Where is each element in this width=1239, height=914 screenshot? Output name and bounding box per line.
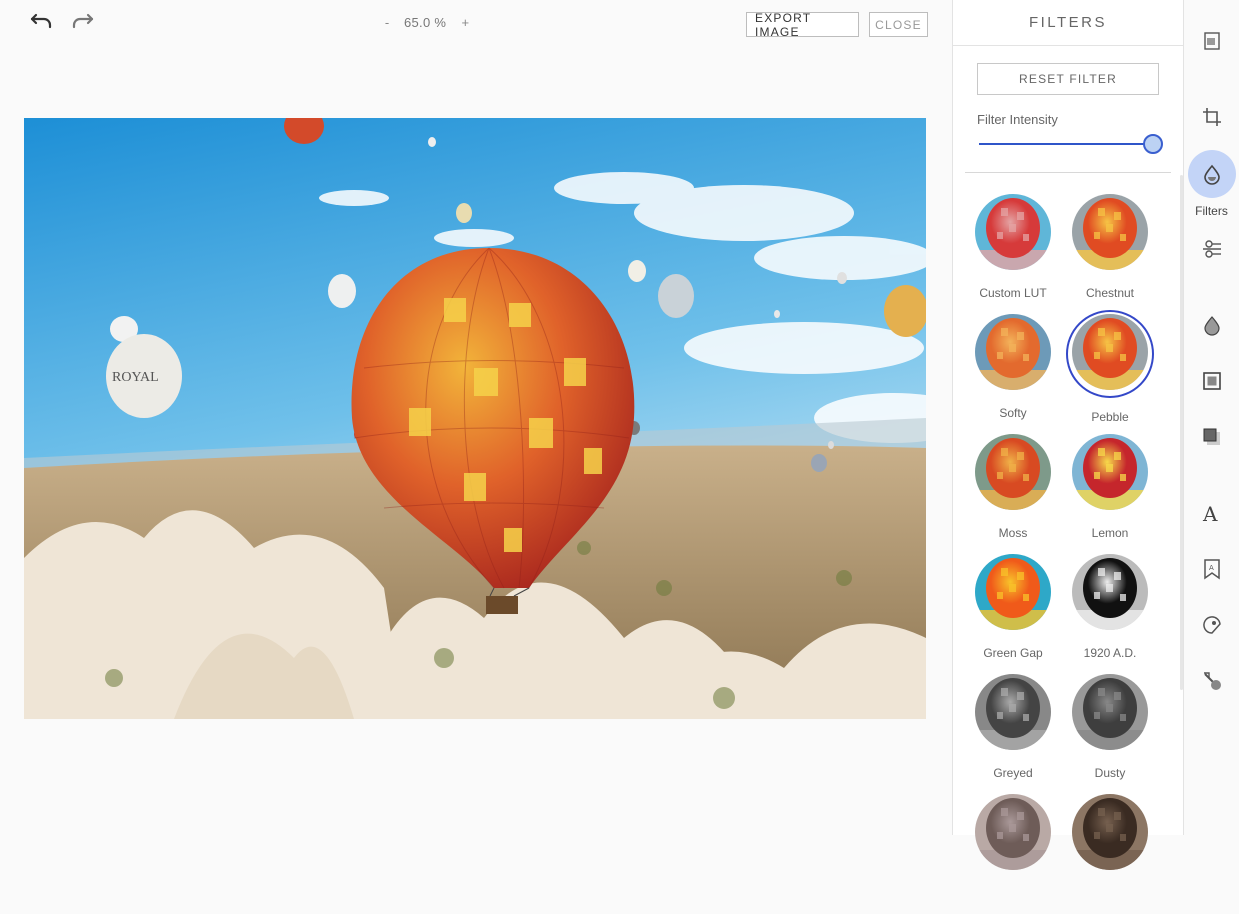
library-icon[interactable] (1184, 30, 1239, 52)
zoom-in-button[interactable]: + (458, 15, 472, 30)
filter-label: Greyed (993, 766, 1033, 780)
filter-label: Moss (998, 526, 1028, 540)
filter-intensity-label: Filter Intensity (977, 112, 1058, 127)
sticker-icon[interactable]: A (1184, 558, 1239, 580)
tool-rail: Filters A A (1184, 0, 1239, 835)
zoom-level: 65.0 % (404, 15, 447, 30)
image-canvas[interactable]: ROYAL (24, 118, 926, 719)
panel-title: FILTERS (953, 0, 1183, 46)
filter-thumbnail (1072, 554, 1148, 630)
filter-item[interactable]: Custom LUT (963, 194, 1063, 314)
filter-thumbnail (1072, 674, 1148, 750)
filter-thumbnail (975, 314, 1051, 390)
svg-text:A: A (1202, 502, 1218, 524)
filters-icon[interactable]: Filters (1184, 150, 1239, 218)
filter-thumbnail (1072, 434, 1148, 510)
filter-item[interactable]: Pebble (1060, 310, 1160, 434)
filters-rail-label: Filters (1195, 204, 1228, 218)
filters-panel: FILTERS RESET FILTER Filter Intensity Cu… (952, 0, 1184, 870)
redo-icon[interactable] (69, 10, 95, 32)
close-button[interactable]: CLOSE (869, 12, 928, 37)
svg-text:ROYAL: ROYAL (112, 370, 159, 385)
filter-label: Custom LUT (979, 286, 1047, 300)
balloon-photo: ROYAL (24, 118, 926, 719)
filter-label: Lemon (1091, 526, 1129, 540)
filter-item[interactable] (1060, 794, 1160, 914)
reset-filter-button[interactable]: RESET FILTER (977, 63, 1159, 95)
divider (965, 172, 1171, 173)
eraser-icon[interactable] (1184, 670, 1239, 692)
filters-icon-bubble (1187, 150, 1236, 198)
filter-thumbnail (1072, 194, 1148, 270)
slider-track (979, 143, 1153, 145)
filter-thumbnail (1072, 314, 1148, 390)
overlay-icon[interactable] (1184, 426, 1239, 448)
frame-icon[interactable] (1184, 370, 1239, 392)
filter-label: Softy (999, 406, 1027, 420)
filter-thumbnail (975, 554, 1051, 630)
filter-thumbnail (975, 434, 1051, 510)
filter-item[interactable]: 1920 A.D. (1060, 554, 1160, 674)
filter-thumbnail (975, 794, 1051, 870)
filter-item[interactable]: Chestnut (1060, 194, 1160, 314)
filter-item[interactable]: Dusty (1060, 674, 1160, 794)
brush-icon[interactable] (1184, 614, 1239, 636)
text-icon[interactable]: A (1184, 502, 1239, 524)
export-image-button[interactable]: EXPORT IMAGE (746, 11, 859, 39)
focus-icon[interactable] (1184, 314, 1239, 336)
zoom-out-button[interactable]: - (380, 15, 394, 30)
adjust-icon[interactable] (1184, 238, 1239, 260)
filter-item[interactable]: Greyed (963, 674, 1063, 794)
svg-text:A: A (1209, 564, 1214, 572)
filter-item[interactable]: Lemon (1060, 434, 1160, 554)
filter-thumbnail (975, 194, 1051, 270)
zoom-control: - 65.0 % + (380, 15, 472, 30)
filter-label: Pebble (1091, 410, 1129, 424)
filter-thumbnail (1072, 794, 1148, 870)
filter-label: Green Gap (983, 646, 1043, 660)
filters-scrollbar[interactable] (1180, 175, 1183, 690)
undo-icon[interactable] (29, 10, 55, 32)
filter-label: Dusty (1094, 766, 1126, 780)
filter-thumbnail (975, 674, 1051, 750)
filter-item[interactable]: Green Gap (963, 554, 1063, 674)
filter-item[interactable] (963, 794, 1063, 914)
filter-label: Chestnut (1085, 286, 1135, 300)
filter-label: 1920 A.D. (1083, 646, 1137, 660)
crop-icon[interactable] (1184, 106, 1239, 128)
filter-item[interactable]: Moss (963, 434, 1063, 554)
filter-intensity-slider[interactable] (979, 134, 1163, 154)
filter-item[interactable]: Softy (963, 314, 1063, 434)
slider-thumb[interactable] (1143, 134, 1163, 154)
